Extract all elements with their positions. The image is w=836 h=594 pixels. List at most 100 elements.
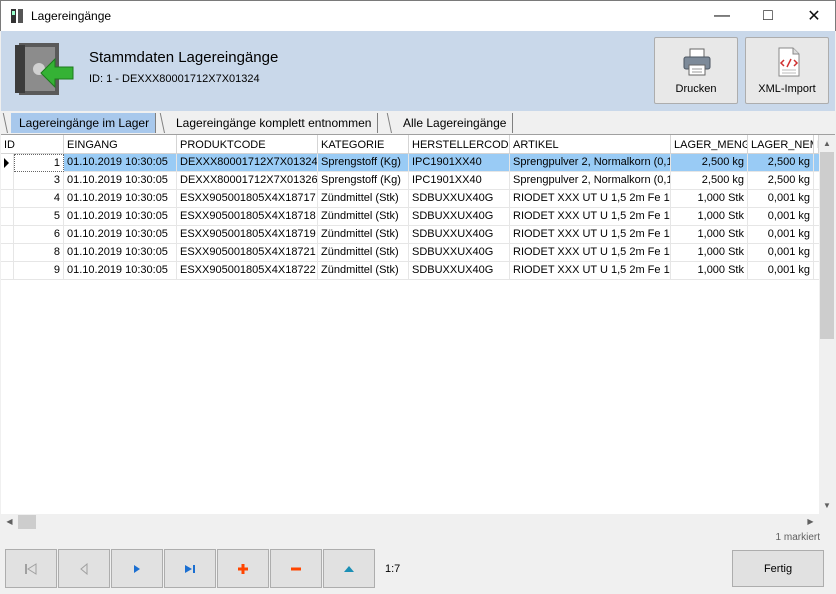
- cell-herstellercode[interactable]: IPC1901XX40: [409, 172, 510, 190]
- tab-alle[interactable]: Alle Lagereingänge: [395, 113, 514, 133]
- cell-eingang[interactable]: 01.10.2019 10:30:05: [64, 244, 177, 262]
- col-header-lager-nem[interactable]: LAGER_NEM: [748, 135, 814, 154]
- table-row[interactable]: 6 01.10.2019 10:30:05 ESXX905001805X4X1871…: [1, 226, 819, 244]
- cell-produktcode[interactable]: ESXX905001805X4X18721: [177, 244, 318, 262]
- cell-lager-nem[interactable]: 0,001 kg: [748, 208, 814, 226]
- col-header-produktcode[interactable]: PRODUKTCODE: [177, 135, 318, 154]
- table-row[interactable]: 8 01.10.2019 10:30:05 ESXX905001805X4X1872…: [1, 244, 819, 262]
- data-grid[interactable]: ID EINGANG PRODUKTCODE KATEGORIE HERSTEL…: [1, 134, 835, 530]
- xml-import-button[interactable]: XML-Import: [745, 37, 829, 104]
- cell-id[interactable]: 3: [14, 172, 64, 190]
- insert-record-button[interactable]: [217, 549, 269, 588]
- cell-eingang[interactable]: 01.10.2019 10:30:05: [64, 172, 177, 190]
- last-record-button[interactable]: [164, 549, 216, 588]
- cell-produktcode[interactable]: ESXX905001805X4X18717: [177, 190, 318, 208]
- cell-eingang[interactable]: 01.10.2019 10:30:05: [64, 190, 177, 208]
- cell-kategorie[interactable]: Sprengstoff (Kg): [318, 172, 409, 190]
- cell-lager-menge[interactable]: 2,500 kg: [671, 154, 748, 172]
- table-row[interactable]: 9 01.10.2019 10:30:05 ESXX905001805X4X1872…: [1, 262, 819, 280]
- cell-id[interactable]: 5: [14, 208, 64, 226]
- cell-artikel[interactable]: Sprengpulver 2, Normalkorn (0,1: [510, 172, 671, 190]
- delete-record-button[interactable]: [270, 549, 322, 588]
- cell-artikel[interactable]: RIODET XXX UT U 1,5 2m Fe 1.4E: [510, 190, 671, 208]
- cell-produktcode[interactable]: ESXX905001805X4X18718: [177, 208, 318, 226]
- cell-produktcode[interactable]: DEXXX80001712X7X01324: [177, 154, 318, 172]
- tab-komplett-entnommen[interactable]: Lagereingänge komplett entnommen: [168, 113, 379, 133]
- cell-lager-menge[interactable]: 1,000 Stk: [671, 190, 748, 208]
- scroll-up-icon[interactable]: ▲: [819, 135, 835, 152]
- col-header-lager-menge[interactable]: LAGER_MENGE: [671, 135, 748, 154]
- horizontal-scroll-thumb[interactable]: [18, 515, 36, 529]
- vertical-scroll-thumb[interactable]: [820, 152, 834, 339]
- cell-herstellercode[interactable]: SDBUXXUX40G: [409, 226, 510, 244]
- row-indicator[interactable]: [1, 262, 14, 280]
- cell-lager-nem[interactable]: 0,001 kg: [748, 190, 814, 208]
- horizontal-scrollbar[interactable]: ◀ ▶: [1, 514, 819, 530]
- table-row[interactable]: 3 01.10.2019 10:30:05 DEXXX80001712X7X0132…: [1, 172, 819, 190]
- cell-artikel[interactable]: RIODET XXX UT U 1,5 2m Fe 1.4E: [510, 226, 671, 244]
- prior-record-button[interactable]: [58, 549, 110, 588]
- col-header-herstellercode[interactable]: HERSTELLERCODE: [409, 135, 510, 154]
- col-header-artikel[interactable]: ARTIKEL: [510, 135, 671, 154]
- cell-kategorie[interactable]: Zündmittel (Stk): [318, 190, 409, 208]
- cell-eingang[interactable]: 01.10.2019 10:30:05: [64, 208, 177, 226]
- cell-lager-menge[interactable]: 1,000 Stk: [671, 244, 748, 262]
- cell-id[interactable]: 8: [14, 244, 64, 262]
- cell-kategorie[interactable]: Zündmittel (Stk): [318, 262, 409, 280]
- cell-lager-nem[interactable]: 2,500 kg: [748, 154, 814, 172]
- cell-artikel[interactable]: RIODET XXX UT U 1,5 2m Fe 1.4E: [510, 262, 671, 280]
- cell-lager-menge[interactable]: 1,000 Stk: [671, 226, 748, 244]
- minimize-icon[interactable]: —: [699, 1, 745, 31]
- scroll-down-icon[interactable]: ▼: [819, 497, 835, 514]
- cell-id[interactable]: 4: [14, 190, 64, 208]
- cell-herstellercode[interactable]: SDBUXXUX40G: [409, 190, 510, 208]
- cell-kategorie[interactable]: Zündmittel (Stk): [318, 208, 409, 226]
- print-button[interactable]: Drucken: [654, 37, 738, 104]
- cell-eingang[interactable]: 01.10.2019 10:30:05: [64, 262, 177, 280]
- cell-produktcode[interactable]: DEXXX80001712X7X01326: [177, 172, 318, 190]
- cell-lager-menge[interactable]: 2,500 kg: [671, 172, 748, 190]
- cell-artikel[interactable]: Sprengpulver 2, Normalkorn (0,1: [510, 154, 671, 172]
- table-row[interactable]: 5 01.10.2019 10:30:05 ESXX905001805X4X1871…: [1, 208, 819, 226]
- first-record-button[interactable]: [5, 549, 57, 588]
- vertical-scrollbar[interactable]: ▲ ▼: [819, 135, 835, 514]
- cell-herstellercode[interactable]: SDBUXXUX40G: [409, 262, 510, 280]
- cell-artikel[interactable]: RIODET XXX UT U 1,5 2m Fe 1.4E: [510, 208, 671, 226]
- cell-lager-menge[interactable]: 1,000 Stk: [671, 262, 748, 280]
- row-indicator[interactable]: [1, 154, 14, 172]
- col-header-id[interactable]: ID: [1, 135, 64, 154]
- cell-id[interactable]: 9: [14, 262, 64, 280]
- edit-record-button[interactable]: [323, 549, 375, 588]
- cell-lager-nem[interactable]: 0,001 kg: [748, 262, 814, 280]
- col-header-kategorie[interactable]: KATEGORIE: [318, 135, 409, 154]
- cell-lager-menge[interactable]: 1,000 Stk: [671, 208, 748, 226]
- next-record-button[interactable]: [111, 549, 163, 588]
- scroll-right-icon[interactable]: ▶: [802, 514, 819, 530]
- cell-eingang[interactable]: 01.10.2019 10:30:05: [64, 226, 177, 244]
- close-icon[interactable]: ✕: [791, 1, 836, 31]
- row-indicator[interactable]: [1, 226, 14, 244]
- cell-id[interactable]: 1: [14, 154, 64, 172]
- row-indicator[interactable]: [1, 244, 14, 262]
- cell-id[interactable]: 6: [14, 226, 64, 244]
- cell-artikel[interactable]: RIODET XXX UT U 1,5 2m Fe 1.4E: [510, 244, 671, 262]
- cell-kategorie[interactable]: Zündmittel (Stk): [318, 226, 409, 244]
- cell-produktcode[interactable]: ESXX905001805X4X18722: [177, 262, 318, 280]
- row-indicator[interactable]: [1, 190, 14, 208]
- row-indicator[interactable]: [1, 208, 14, 226]
- cell-lager-nem[interactable]: 0,001 kg: [748, 244, 814, 262]
- col-header-eingang[interactable]: EINGANG: [64, 135, 177, 154]
- done-button[interactable]: Fertig: [732, 550, 824, 587]
- cell-kategorie[interactable]: Sprengstoff (Kg): [318, 154, 409, 172]
- cell-lager-nem[interactable]: 0,001 kg: [748, 226, 814, 244]
- scroll-left-icon[interactable]: ◀: [1, 514, 18, 530]
- table-row[interactable]: 4 01.10.2019 10:30:05 ESXX905001805X4X1871…: [1, 190, 819, 208]
- cell-kategorie[interactable]: Zündmittel (Stk): [318, 244, 409, 262]
- row-indicator[interactable]: [1, 172, 14, 190]
- cell-herstellercode[interactable]: IPC1901XX40: [409, 154, 510, 172]
- maximize-icon[interactable]: □: [745, 1, 791, 31]
- cell-herstellercode[interactable]: SDBUXXUX40G: [409, 208, 510, 226]
- cell-lager-nem[interactable]: 2,500 kg: [748, 172, 814, 190]
- tab-im-lager[interactable]: Lagereingänge im Lager: [11, 113, 157, 133]
- cell-herstellercode[interactable]: SDBUXXUX40G: [409, 244, 510, 262]
